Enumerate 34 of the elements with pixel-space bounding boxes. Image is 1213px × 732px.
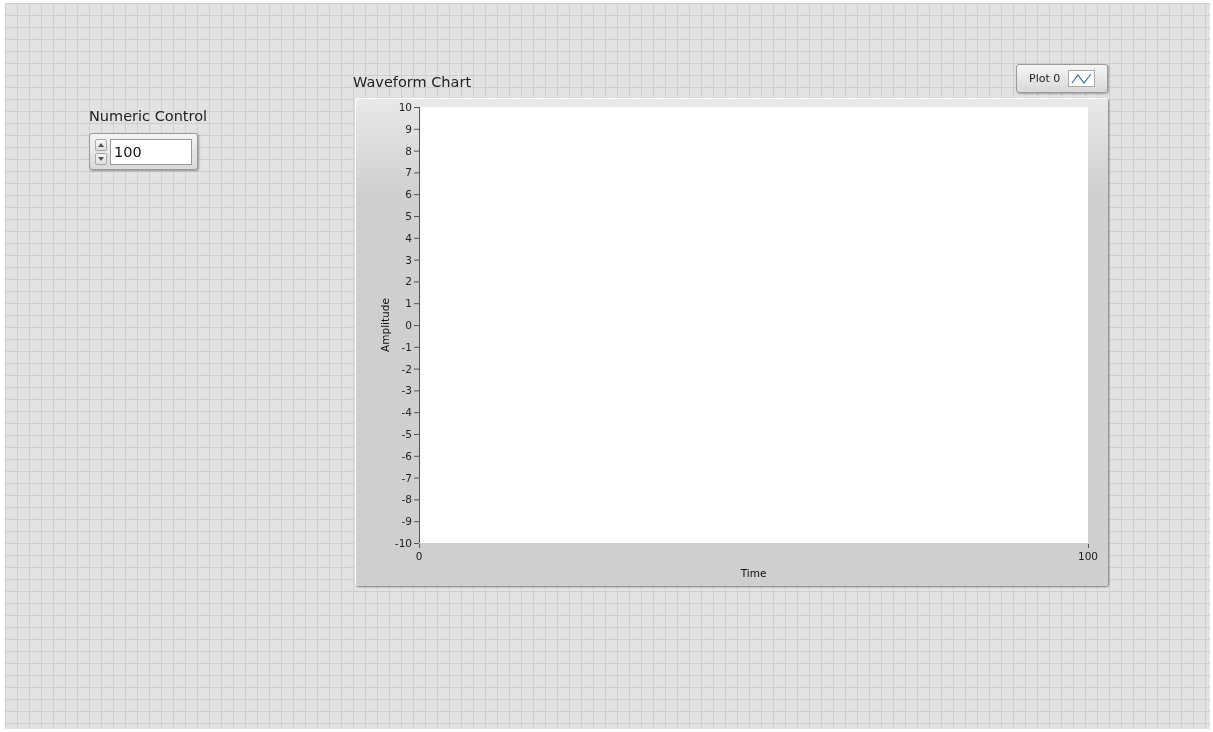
tick-label: -10 [394, 537, 412, 549]
tick-label: 1 [405, 297, 412, 310]
tick-label: 2 [405, 275, 412, 288]
tick-label: 6 [405, 188, 412, 201]
tick-label: -3 [401, 384, 412, 397]
numeric-field[interactable]: 100 [110, 138, 192, 165]
tick-label: -5 [401, 428, 412, 440]
plot-legend[interactable]: Plot 0 [1016, 64, 1108, 93]
tick-label: -6 [401, 449, 412, 462]
tick-label: 10 [398, 101, 412, 113]
increment-button[interactable] [95, 138, 107, 151]
tick-label: -1 [401, 340, 412, 353]
tick-label: 9 [405, 122, 412, 135]
tick-label: -2 [401, 362, 412, 375]
tick-label: -4 [401, 406, 412, 419]
tick-label: 8 [405, 144, 412, 157]
tick-label: 0 [415, 550, 423, 562]
decrement-button[interactable] [95, 152, 107, 165]
tick-label: 7 [405, 166, 412, 179]
line-style-icon [1068, 70, 1096, 87]
tick-label: 3 [405, 253, 412, 266]
down-arrow-icon [98, 156, 104, 161]
y-axis-title: Amplitude [379, 298, 391, 352]
x-axis-title: Time [740, 567, 767, 579]
tick-label: 4 [405, 231, 412, 244]
tick-label: -7 [401, 471, 412, 484]
tick-label: 5 [405, 210, 412, 222]
tick-label: -9 [401, 515, 412, 528]
chart-label: Waveform Chart [353, 74, 472, 90]
tick-label: -8 [401, 493, 412, 506]
up-arrow-icon [98, 142, 104, 147]
control-label: Numeric Control [89, 108, 208, 124]
tick-label: 0 [405, 319, 412, 331]
tick-label: 100 [1078, 550, 1098, 562]
